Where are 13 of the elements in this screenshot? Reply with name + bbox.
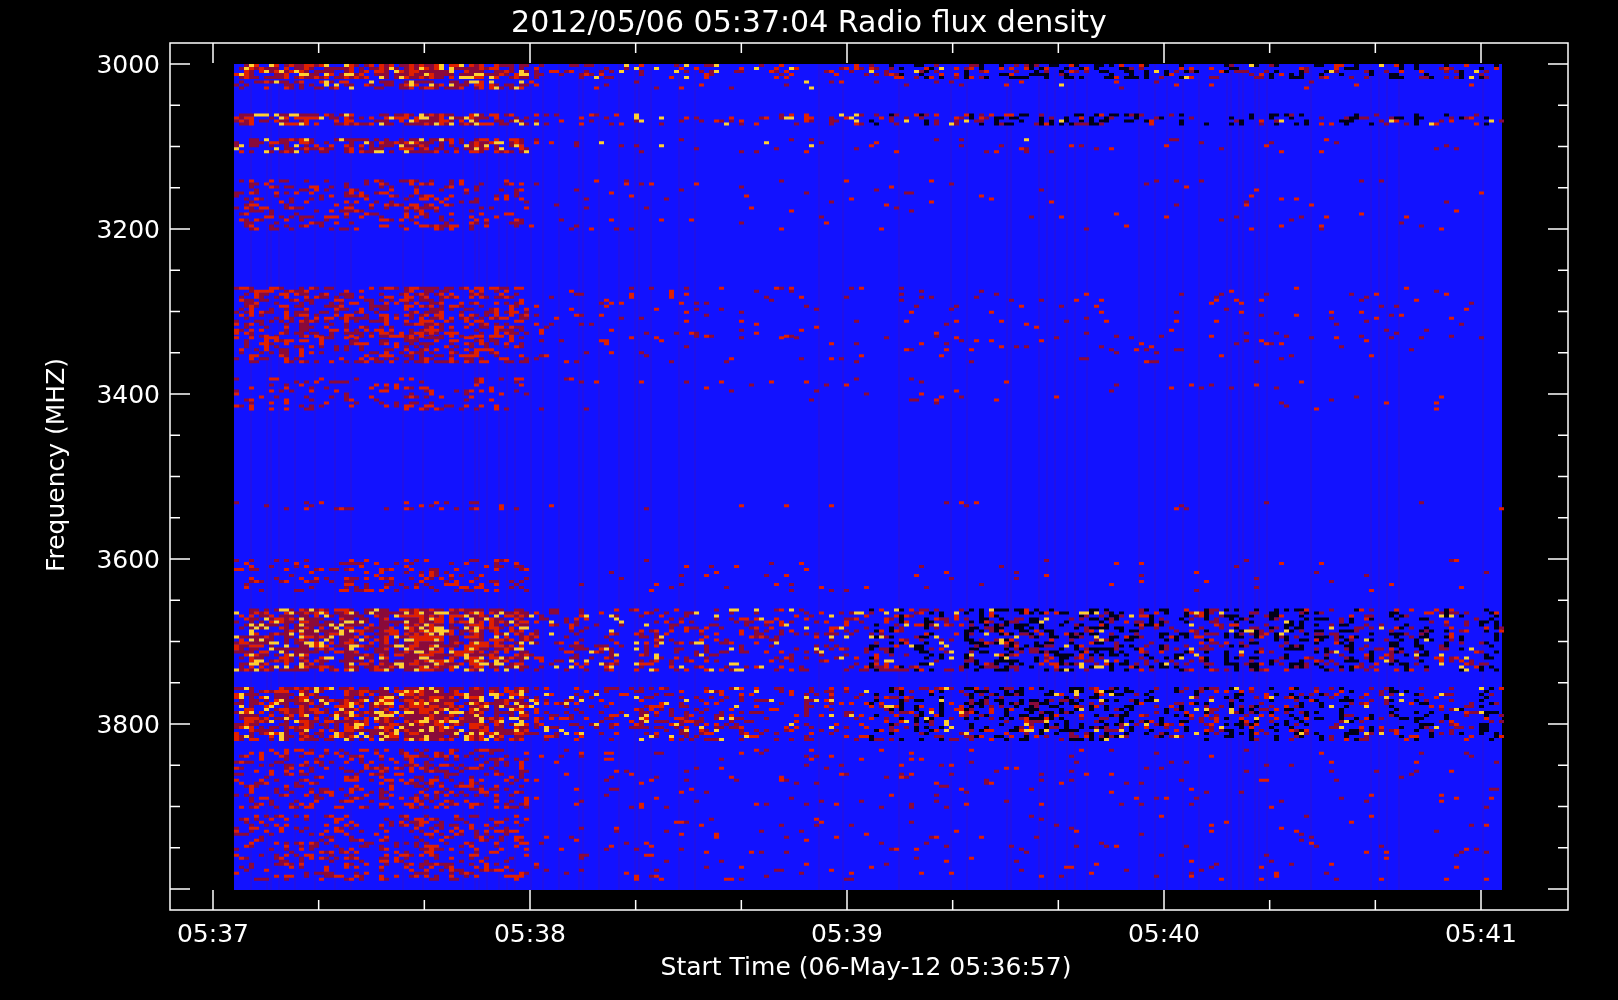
x-tick-label: 05:40 — [1128, 919, 1200, 948]
x-tick-label: 05:39 — [811, 919, 883, 948]
y-tick-label: 3200 — [96, 215, 160, 244]
y-tick-label: 3400 — [96, 380, 160, 409]
y-tick-label: 3000 — [96, 50, 160, 79]
x-tick-label: 05:38 — [494, 919, 566, 948]
y-tick-label: 3600 — [96, 545, 160, 574]
x-tick-label: 05:37 — [177, 919, 249, 948]
plot-title: 2012/05/06 05:37:04 Radio flux density — [511, 4, 1107, 39]
y-axis-label: Frequency (MHZ) — [41, 357, 70, 573]
x-axis-label: Start Time (06-May-12 05:36:57) — [660, 952, 1072, 981]
x-tick-label: 05:41 — [1445, 919, 1517, 948]
y-tick-label: 3800 — [96, 710, 160, 739]
